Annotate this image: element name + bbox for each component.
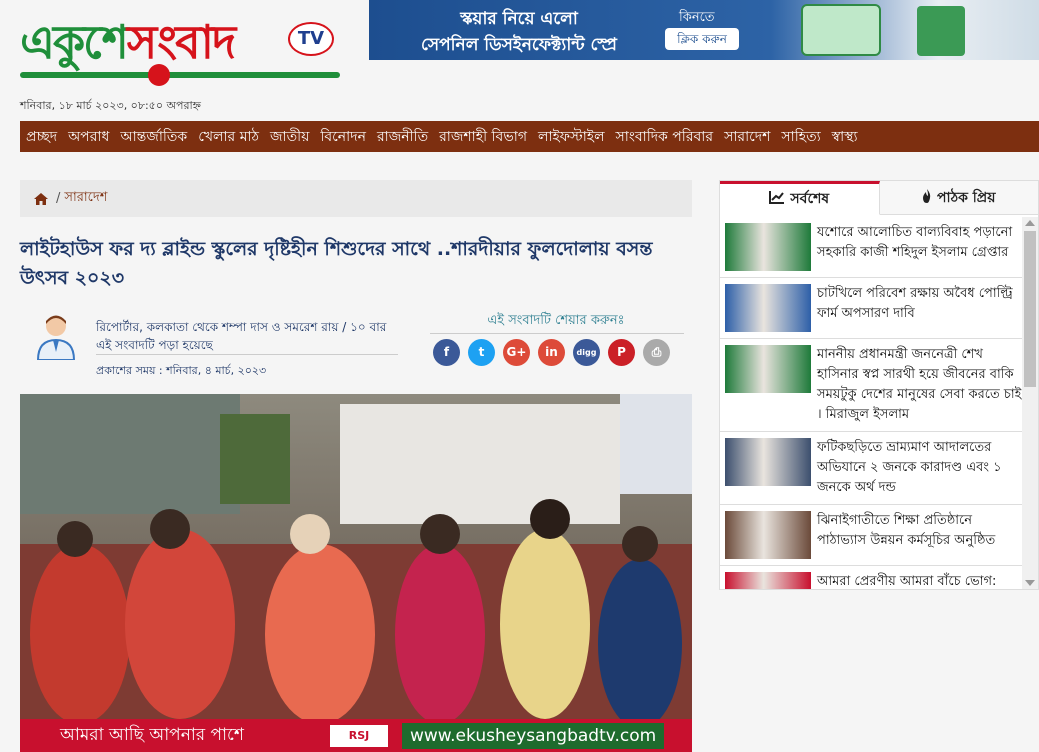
nav-item[interactable]: সারাদেশ (724, 125, 770, 149)
scroll-up-icon[interactable] (1025, 220, 1035, 226)
sidebar-tabs: সর্বশেষ পাঠক প্রিয় (720, 181, 1038, 215)
nav-item[interactable]: প্রচ্ছদ (26, 125, 57, 149)
news-list-item[interactable]: ঝিনাইগাতীতে শিক্ষা প্রতিষ্ঠানে পাঠাভ্যাস… (720, 505, 1022, 566)
news-title[interactable]: মাননীয় প্রধানমন্ত্রী জননেত্রী শেখ হাসিন… (817, 345, 1022, 425)
nav-item[interactable]: রাজনীতি (377, 125, 428, 149)
sidebar-news-widget: সর্বশেষ পাঠক প্রিয় যশোরে আলোচিত বাল্যবি… (719, 180, 1039, 590)
news-list-item[interactable]: আমরা প্রেরণীয় আমরা বাঁচে ভোগ: বাচ্চাই (720, 566, 1022, 589)
nav-item[interactable]: বিনোদন (320, 125, 366, 149)
news-thumbnail[interactable] (725, 284, 811, 332)
banner-tagline: আমরা আছি আপনার পাশে (60, 724, 244, 745)
main-navigation: প্রচ্ছদ অপরাধ আন্তর্জাতিক খেলার মাঠ জাতীয় বি… (20, 121, 1039, 152)
linkedin-icon[interactable]: in (538, 339, 565, 366)
news-list-item[interactable]: মাননীয় প্রধানমন্ত্রী জননেত্রী শেখ হাসিন… (720, 339, 1022, 432)
current-date: শনিবার, ১৮ মার্চ ২০২৩, ০৮:৫০ অপরাহ্ন (20, 99, 201, 112)
share-divider (430, 333, 684, 334)
news-title[interactable]: আমরা প্রেরণীয় আমরা বাঁচে ভোগ: বাচ্চাই (817, 572, 1022, 589)
page: একুশেসংবাদ TV স্কয়ার নিয়ে এলো সেপনিল ড… (0, 0, 1039, 752)
ad-line-2: সেপনিল ডিসইনফেক্ট্যান্ট স্প্রে (421, 35, 617, 55)
article-headline: লাইটহাউস ফর দ্য ব্লাইন্ড স্কুলের দৃষ্টিহ… (20, 238, 653, 289)
nav-item[interactable]: জাতীয় (270, 125, 309, 149)
breadcrumb-section-link[interactable]: সারাদেশ (64, 188, 107, 209)
sidebar-scrollbar[interactable] (1022, 217, 1038, 589)
print-icon[interactable]: ⎙ (643, 339, 670, 366)
logo-part-2: সংবাদ (126, 15, 236, 69)
pinterest-icon[interactable]: P (608, 339, 635, 366)
scroll-down-icon[interactable] (1025, 580, 1035, 586)
ad-buy-label: কিনতে (679, 10, 715, 25)
nav-item[interactable]: লাইফস্টাইল (538, 125, 605, 149)
nav-item[interactable]: আন্তর্জাতিক (120, 125, 187, 149)
nav-item[interactable]: স্বাস্থ্য (832, 125, 858, 149)
nav-item[interactable]: রাজশাহী বিভাগ (439, 125, 527, 149)
product-box-image (917, 6, 965, 56)
divider (96, 354, 398, 355)
share-buttons: f t G+ in digg P ⎙ (433, 339, 678, 366)
tab-latest-label: সর্বশেষ (790, 191, 830, 207)
breadcrumb: / সারাদেশ (20, 180, 692, 217)
news-thumbnail[interactable] (725, 345, 811, 393)
product-can-image (801, 4, 881, 56)
nav-item[interactable]: খেলার মাঠ (198, 125, 259, 149)
banner-url: www.ekusheysangbadtv.com (402, 722, 665, 749)
twitter-icon[interactable]: t (468, 339, 495, 366)
ad-click-button[interactable]: ক্লিক করুন (665, 28, 739, 50)
chart-icon (769, 190, 785, 208)
news-title[interactable]: ফটিকছড়িতে ভ্রাম্যমাণ আদালতের অভিযানে ২ … (817, 438, 1022, 498)
facebook-icon[interactable]: f (433, 339, 460, 366)
logo-part-1: একুশে (20, 15, 129, 69)
nav-item[interactable]: সাংবাদিক পরিবার (616, 125, 714, 149)
logo-tv-badge: TV (288, 22, 334, 56)
publish-date: প্রকাশের সময় : শনিবার, ৪ মার্চ, ২০২৩ (96, 364, 267, 377)
site-logo[interactable]: একুশেসংবাদ TV (20, 2, 340, 88)
news-list-item[interactable]: যশোরে আলোচিত বাল্যবিবাহ পড়ানো সহকারি কা… (720, 217, 1022, 278)
fire-icon (922, 188, 932, 207)
logo-flower-icon (148, 64, 170, 86)
breadcrumb-separator: / (56, 191, 61, 206)
share-label: এই সংবাদটি শেয়ার করুনঃ (487, 313, 625, 328)
news-title[interactable]: চাটখিলে পরিবেশ রক্ষায় অবৈধ পোল্ট্রি ফার… (817, 284, 1022, 332)
news-thumbnail[interactable] (725, 223, 811, 271)
news-thumbnail[interactable] (725, 438, 811, 486)
home-icon[interactable] (34, 192, 48, 205)
news-title[interactable]: যশোরে আলোচিত বাল্যবিবাহ পড়ানো সহকারি কা… (817, 223, 1022, 271)
ad-line-1: স্কয়ার নিয়ে এলো (460, 9, 578, 29)
nav-item[interactable]: সাহিত্য (781, 125, 820, 149)
tab-popular-label: পাঠক প্রিয় (937, 189, 996, 206)
top-advertisement[interactable]: স্কয়ার নিয়ে এলো সেপনিল ডিসইনফেক্ট্যান্… (369, 0, 1039, 60)
tab-popular[interactable]: পাঠক প্রিয় (879, 181, 1038, 215)
news-thumbnail[interactable] (725, 572, 811, 589)
nav-item[interactable]: অপরাধ (68, 125, 109, 149)
digg-icon[interactable]: digg (573, 339, 600, 366)
scrollbar-thumb[interactable] (1024, 231, 1036, 387)
logo-underline (20, 72, 340, 78)
article-photo (20, 394, 692, 719)
google-plus-icon[interactable]: G+ (503, 339, 530, 366)
news-list-item[interactable]: চাটখিলে পরিবেশ রক্ষায় অবৈধ পোল্ট্রি ফার… (720, 278, 1022, 339)
news-title[interactable]: ঝিনাইগাতীতে শিক্ষা প্রতিষ্ঠানে পাঠাভ্যাস… (817, 511, 1022, 559)
tab-latest[interactable]: সর্বশেষ (720, 181, 880, 215)
photo-banner: আমরা আছি আপনার পাশে RSJ www.ekusheysangb… (20, 719, 692, 752)
banner-logo: RSJ (330, 724, 388, 747)
reporter-avatar-icon (34, 312, 78, 361)
reporter-info: রিপোর্টার, কলকাতা থেকে শম্পা দাস ও সমরেশ… (96, 320, 387, 352)
news-thumbnail[interactable] (725, 511, 811, 559)
news-list-item[interactable]: ফটিকছড়িতে ভ্রাম্যমাণ আদালতের অভিযানে ২ … (720, 432, 1022, 505)
sidebar-news-list: যশোরে আলোচিত বাল্যবিবাহ পড়ানো সহকারি কা… (720, 217, 1022, 589)
